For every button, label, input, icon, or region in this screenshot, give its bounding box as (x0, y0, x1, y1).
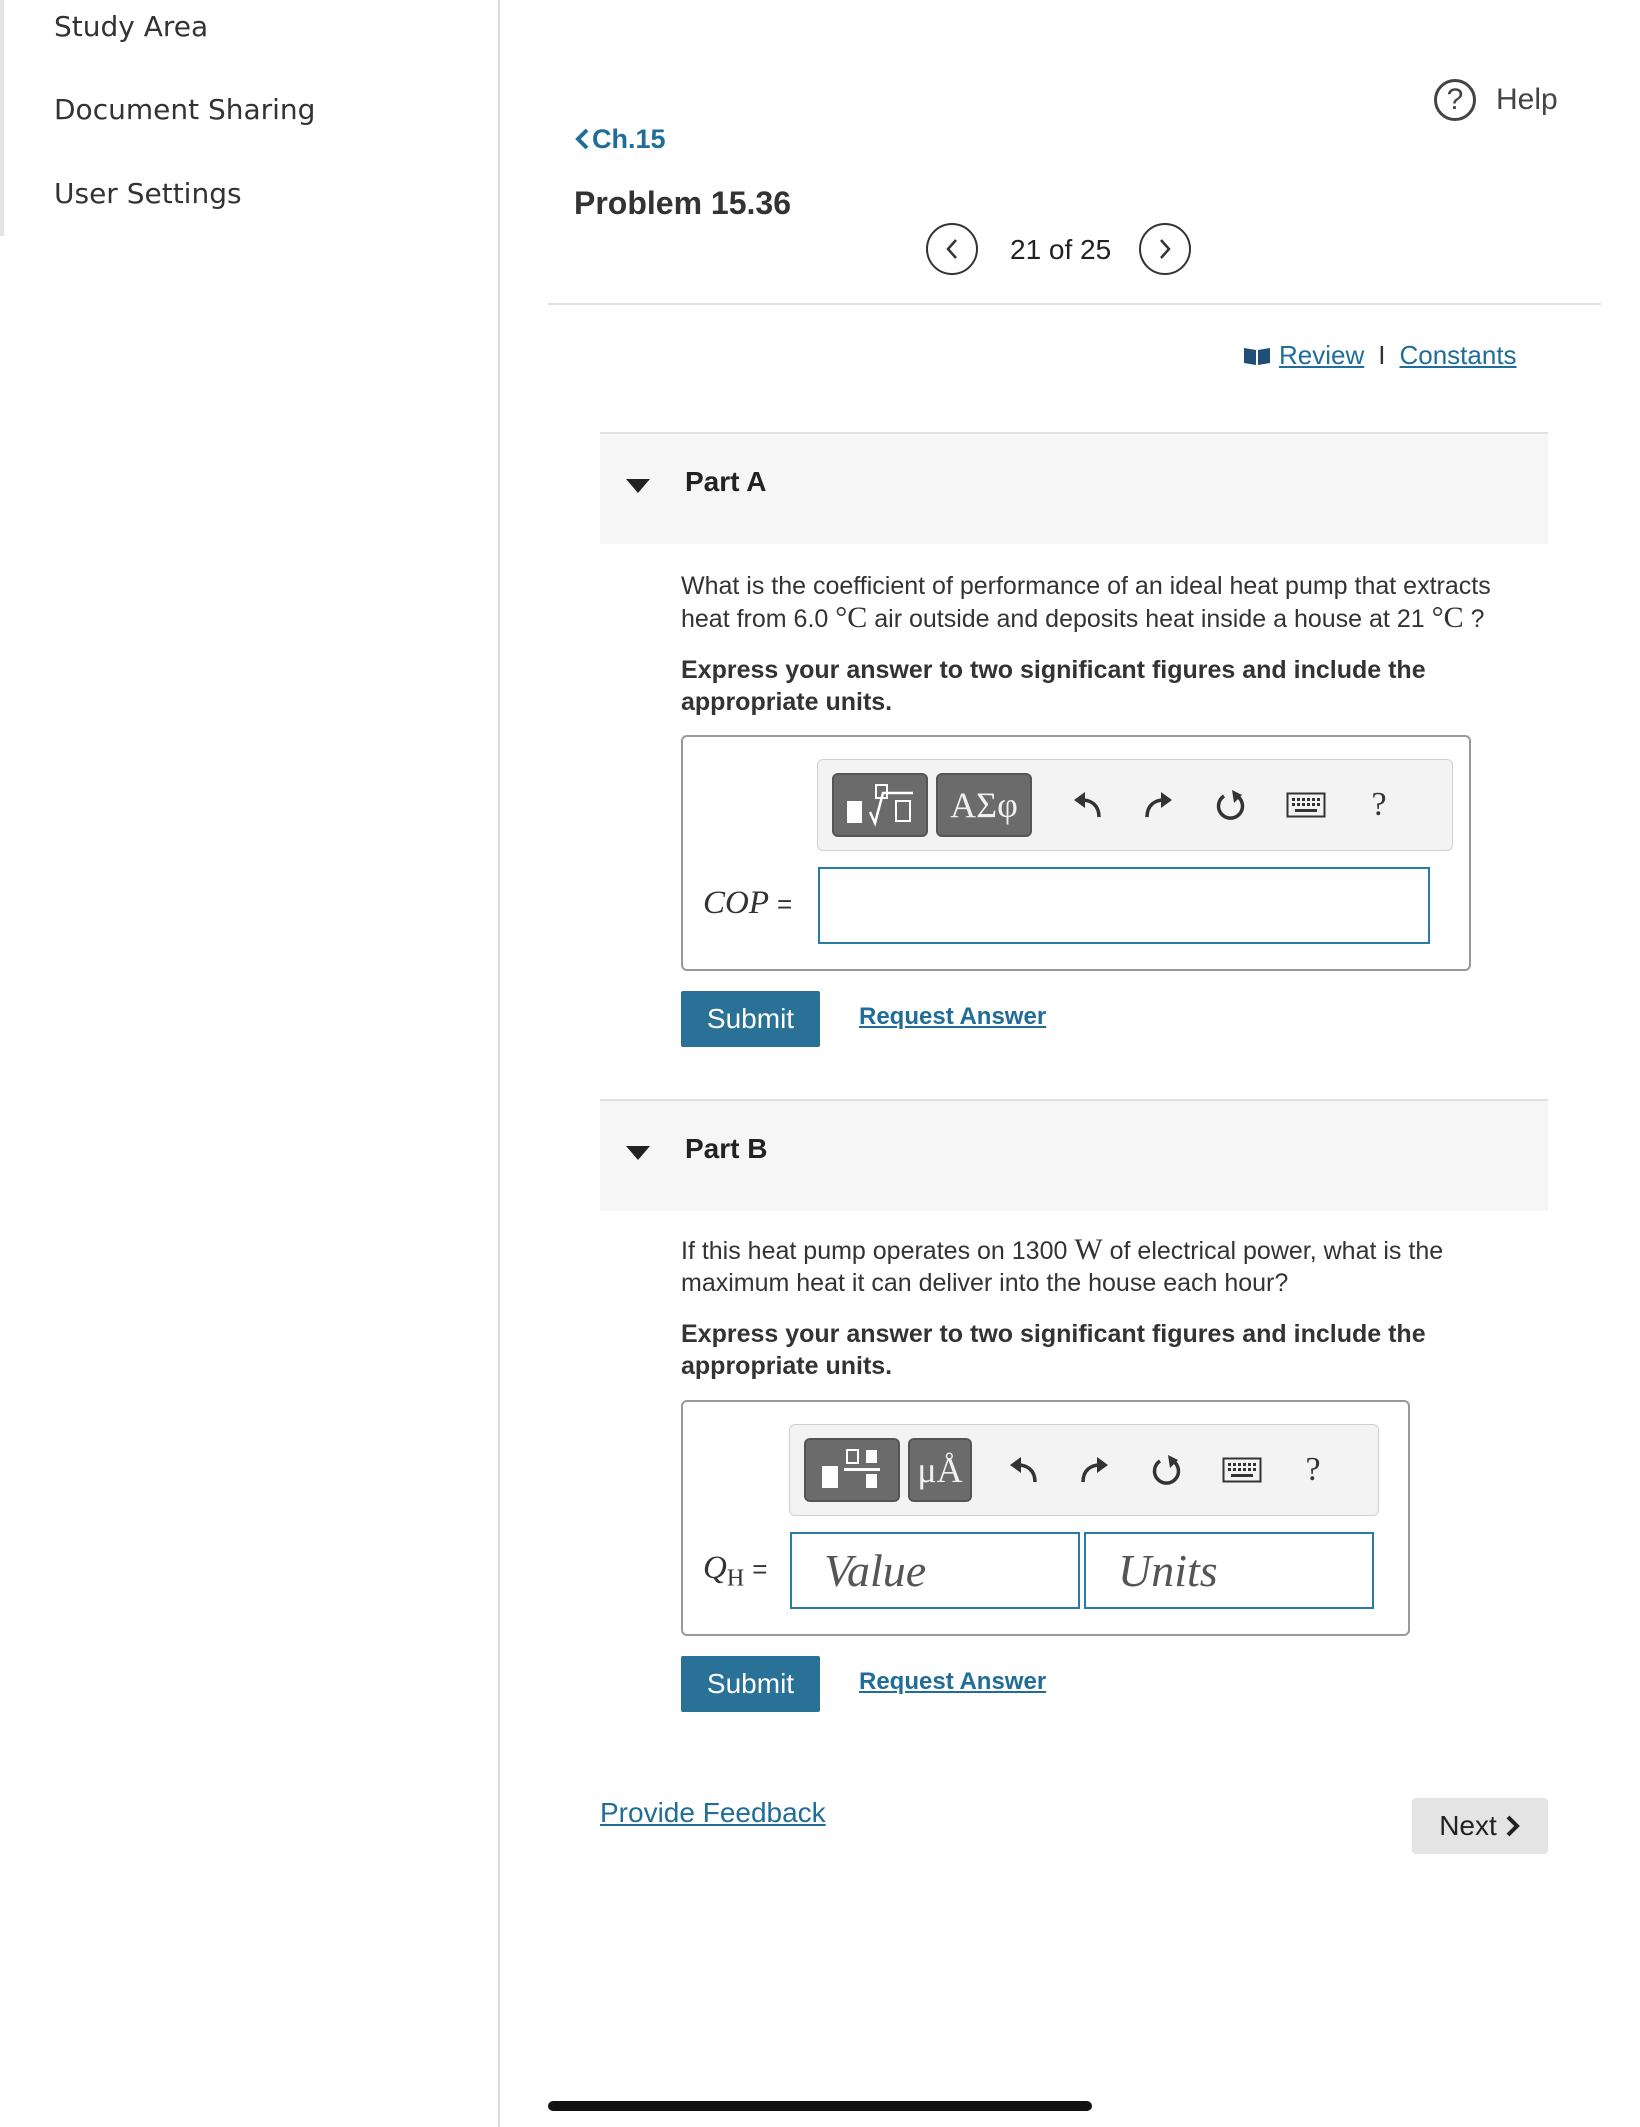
part-a-request-answer-link[interactable]: Request Answer (859, 1003, 1046, 1031)
cop-answer-input[interactable] (818, 867, 1430, 944)
constants-link[interactable]: Constants (1399, 340, 1516, 371)
part-b-question: If this heat pump operates on 1300 W of … (681, 1234, 1501, 1299)
templates-button[interactable] (804, 1438, 900, 1502)
keyboard-button[interactable] (1218, 1447, 1266, 1493)
templates-icon (822, 1449, 880, 1488)
undo-icon (1074, 792, 1101, 818)
part-a-answer-box: ΑΣφ ? COP = (681, 735, 1471, 971)
sidebar-accent (0, 0, 4, 236)
part-a-submit-button[interactable]: Submit (681, 991, 820, 1047)
sidebar-item-document-sharing[interactable]: Document Sharing (54, 93, 315, 126)
part-b-math-toolbar: μÅ ? (789, 1424, 1379, 1516)
part-a-question-text-2: air outside and deposits heat inside a h… (874, 605, 1425, 633)
keyboard-icon (1222, 1457, 1262, 1483)
keyboard-icon (1286, 792, 1326, 818)
units-input[interactable]: Units (1084, 1532, 1374, 1609)
back-label: Ch.15 (592, 124, 666, 154)
reset-button[interactable] (1144, 1447, 1190, 1493)
sidebar-item-user-settings[interactable]: User Settings (54, 177, 242, 210)
part-a-question: What is the coefficient of performance o… (681, 570, 1541, 635)
part-a-label: Part A (685, 466, 767, 497)
cop-variable: COP (703, 885, 769, 921)
greek-symbols-button[interactable]: ΑΣφ (936, 773, 1032, 837)
help-button[interactable]: ? Help (1434, 79, 1558, 121)
keyboard-button[interactable] (1282, 782, 1330, 828)
caret-down-icon (626, 1146, 650, 1160)
chevron-left-icon (575, 128, 589, 150)
part-a-math-toolbar: ΑΣφ ? (817, 759, 1453, 851)
templates-icon (847, 784, 913, 827)
part-b-unit-1: W (1074, 1233, 1103, 1266)
book-icon (1244, 347, 1270, 365)
reset-button[interactable] (1208, 782, 1254, 828)
part-b-label: Part B (685, 1133, 768, 1164)
part-a-instruction: Express your answer to two significant f… (681, 656, 1426, 716)
next-label: Next (1439, 1810, 1497, 1841)
sidebar: Study Area Document Sharing User Setting… (0, 0, 500, 2127)
undo-button[interactable] (1064, 782, 1110, 828)
sidebar-item-study-area[interactable]: Study Area (54, 10, 208, 43)
header-divider (548, 303, 1601, 305)
part-a-header[interactable]: Part A (600, 432, 1548, 544)
next-button[interactable]: Next (1412, 1798, 1548, 1854)
templates-button[interactable] (832, 773, 928, 837)
value-input[interactable]: Value (790, 1532, 1080, 1609)
redo-button[interactable] (1072, 1447, 1118, 1493)
problem-title: Problem 15.36 (574, 185, 791, 221)
provide-feedback-link[interactable]: Provide Feedback (600, 1797, 826, 1829)
chevron-right-icon (1506, 1815, 1520, 1837)
undo-icon (1010, 1457, 1037, 1483)
part-a-question-text-3: ? (1470, 605, 1485, 633)
q-subscript: H (726, 1565, 745, 1592)
reset-icon (1216, 790, 1245, 820)
part-b-header[interactable]: Part B (600, 1099, 1548, 1211)
redo-icon (1081, 1457, 1108, 1483)
review-constants-links: Review I Constants (1243, 340, 1517, 371)
part-a-unit-2: °C (1431, 601, 1464, 634)
home-indicator-bar (548, 2101, 1092, 2111)
part-a-unit-1: °C (835, 601, 868, 634)
link-separator: I (1378, 340, 1386, 370)
previous-problem-button[interactable] (926, 223, 978, 275)
chevron-right-icon (1160, 239, 1171, 259)
next-problem-button[interactable] (1139, 223, 1191, 275)
math-help-button[interactable]: ? (1356, 782, 1402, 828)
redo-icon (1145, 792, 1172, 818)
q-variable: Q (703, 1550, 727, 1586)
part-a-variable-label: COP = (703, 885, 792, 922)
review-link[interactable]: Review (1279, 340, 1364, 371)
math-help-button[interactable]: ? (1290, 1447, 1336, 1493)
units-symbols-button[interactable]: μÅ (908, 1438, 972, 1502)
part-b-submit-button[interactable]: Submit (681, 1656, 820, 1712)
part-b-instruction: Express your answer to two significant f… (681, 1320, 1426, 1380)
help-label: Help (1496, 83, 1558, 116)
part-b-answer-box: μÅ ? QH = Value Units (681, 1400, 1410, 1636)
caret-down-icon (626, 479, 650, 493)
part-b-question-text-1: If this heat pump operates on 1300 (681, 1237, 1068, 1265)
back-to-chapter-link[interactable]: Ch.15 (574, 124, 666, 155)
help-icon: ? (1434, 79, 1476, 121)
undo-button[interactable] (1000, 1447, 1046, 1493)
part-b-variable-label: QH = (703, 1550, 767, 1593)
part-b-request-answer-link[interactable]: Request Answer (859, 1668, 1046, 1696)
equals-sign: = (752, 1554, 768, 1584)
reset-icon (1152, 1455, 1181, 1485)
equals-sign: = (777, 889, 793, 919)
redo-button[interactable] (1136, 782, 1182, 828)
pagination-count: 21 of 25 (1010, 234, 1112, 265)
chevron-left-icon (946, 239, 957, 259)
